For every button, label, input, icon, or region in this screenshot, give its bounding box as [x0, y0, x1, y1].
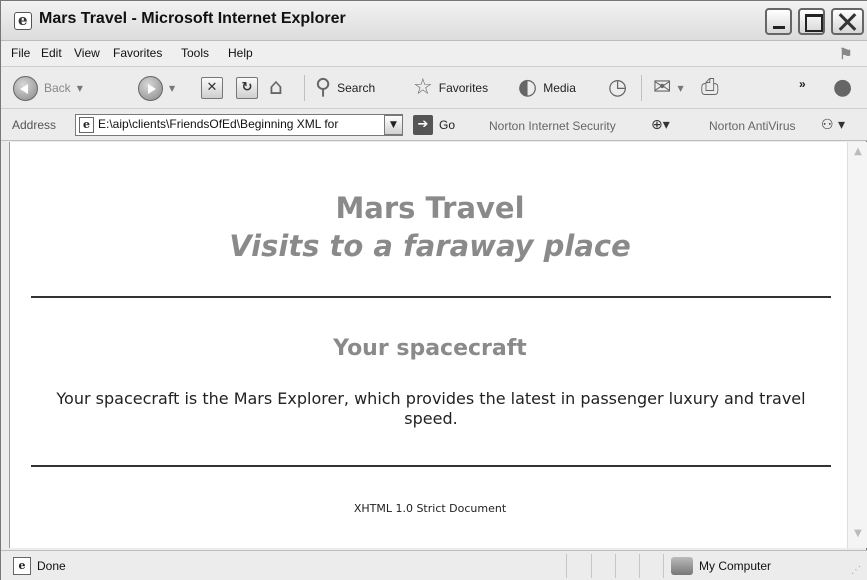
- chevron-down-icon[interactable]: ▼: [77, 84, 83, 93]
- footer-note: XHTML 1.0 Strict Document: [353, 502, 507, 515]
- menu-file[interactable]: File: [11, 46, 30, 60]
- go-label: Go: [439, 118, 456, 132]
- home-button[interactable]: ⌂: [269, 75, 283, 101]
- section-heading: Your spacecraft: [333, 336, 527, 361]
- status-divider: [615, 554, 616, 578]
- search-icon: ⚲: [315, 75, 332, 100]
- close-button[interactable]: [831, 8, 864, 35]
- chevron-down-icon[interactable]: ▼: [677, 84, 683, 93]
- forward-arrow-icon: [138, 75, 163, 101]
- security-zone-label: My Computer: [699, 559, 772, 573]
- status-divider: [663, 554, 664, 578]
- print-icon: ⎙: [701, 75, 719, 100]
- refresh-icon: ↻: [236, 77, 258, 99]
- divider: [31, 465, 831, 467]
- status-divider: [566, 554, 567, 578]
- chevron-down-icon[interactable]: ▼: [169, 84, 175, 93]
- title-bar[interactable]: Mars Travel - Microsoft Internet Explore…: [1, 1, 867, 41]
- scroll-up-icon[interactable]: ▲: [851, 146, 865, 160]
- print-button[interactable]: ⎙: [701, 75, 719, 101]
- media-button[interactable]: ◐ Media: [518, 75, 576, 101]
- menu-bar: File Edit View Favorites Tools Help ⚑: [1, 41, 867, 67]
- search-button[interactable]: ⚲ Search: [315, 75, 375, 101]
- norton-security-button[interactable]: Norton Internet Security: [489, 119, 616, 133]
- status-bar: e Done My Computer ⋰: [1, 550, 867, 580]
- ie-page-icon: [14, 11, 32, 30]
- ie-page-icon: e: [13, 557, 31, 575]
- norton-security-icon[interactable]: ⊕▾: [651, 117, 670, 133]
- refresh-button[interactable]: ↻: [236, 75, 258, 101]
- divider: [31, 296, 831, 298]
- page-subtitle: Visits to a faraway place: [229, 229, 631, 263]
- back-button[interactable]: Back ▼: [13, 75, 83, 101]
- menu-view[interactable]: View: [74, 46, 100, 60]
- toolbar-separator: [641, 75, 642, 101]
- back-arrow-icon: [13, 75, 38, 101]
- windows-logo-icon: ⚑: [839, 45, 853, 63]
- window-title: Mars Travel - Microsoft Internet Explore…: [39, 10, 346, 27]
- address-value[interactable]: E:\aip\clients\FriendsOfEd\Beginning XML…: [98, 117, 338, 131]
- menu-edit[interactable]: Edit: [41, 46, 62, 60]
- toolbar-overflow-chevron[interactable]: »: [799, 77, 806, 91]
- computer-zone-icon: [671, 557, 693, 575]
- norton-antivirus-button[interactable]: Norton AntiVirus: [709, 119, 796, 133]
- menu-help[interactable]: Help: [228, 46, 253, 60]
- minimize-button[interactable]: [765, 8, 792, 35]
- status-divider: [591, 554, 592, 578]
- status-text: Done: [37, 559, 66, 573]
- mail-button[interactable]: ✉ ▼: [653, 75, 684, 101]
- messenger-button[interactable]: ●: [833, 75, 852, 101]
- menu-tools[interactable]: Tools: [181, 46, 209, 60]
- messenger-icon: ●: [833, 75, 853, 100]
- history-button[interactable]: ◷: [608, 75, 627, 101]
- standard-toolbar: Back ▼ ▼ ✕ ↻ ⌂ ⚲ Search ☆ Favorites ◐ Me…: [1, 67, 867, 109]
- search-label: Search: [337, 81, 376, 95]
- toolbar-separator: [304, 75, 305, 101]
- address-dropdown-button[interactable]: ▼: [384, 115, 403, 135]
- address-input[interactable]: e E:\aip\clients\FriendsOfEd\Beginning X…: [75, 114, 403, 136]
- go-arrow-icon: ➔: [413, 115, 433, 135]
- status-divider: [639, 554, 640, 578]
- go-button[interactable]: ➔ Go: [413, 115, 455, 135]
- mail-icon: ✉: [653, 75, 672, 100]
- maximize-button[interactable]: [798, 8, 825, 35]
- menu-favorites[interactable]: Favorites: [113, 46, 162, 60]
- back-label: Back: [44, 81, 71, 95]
- page-title: Mars Travel: [335, 191, 525, 225]
- home-icon: ⌂: [269, 75, 283, 100]
- norton-antivirus-icon[interactable]: ⚇ ▾: [821, 117, 845, 133]
- media-label: Media: [543, 81, 576, 95]
- favorites-star-icon: ☆: [413, 75, 433, 100]
- address-bar: Address e E:\aip\clients\FriendsOfEd\Beg…: [1, 109, 867, 141]
- stop-icon: ✕: [201, 77, 223, 99]
- stop-button[interactable]: ✕: [201, 75, 223, 101]
- resize-grip-icon[interactable]: ⋰: [851, 565, 861, 576]
- favorites-label: Favorites: [438, 81, 489, 95]
- ie-page-icon: e: [79, 117, 94, 133]
- section-paragraph: Your spacecraft is the Mars Explorer, wh…: [56, 389, 806, 428]
- forward-button[interactable]: ▼: [138, 75, 175, 101]
- scroll-down-icon[interactable]: ▼: [851, 528, 865, 542]
- history-icon: ◷: [608, 75, 628, 100]
- media-icon: ◐: [518, 75, 538, 100]
- favorites-button[interactable]: ☆ Favorites: [413, 75, 488, 101]
- address-label: Address: [12, 118, 57, 132]
- browser-window: Mars Travel - Microsoft Internet Explore…: [0, 0, 867, 580]
